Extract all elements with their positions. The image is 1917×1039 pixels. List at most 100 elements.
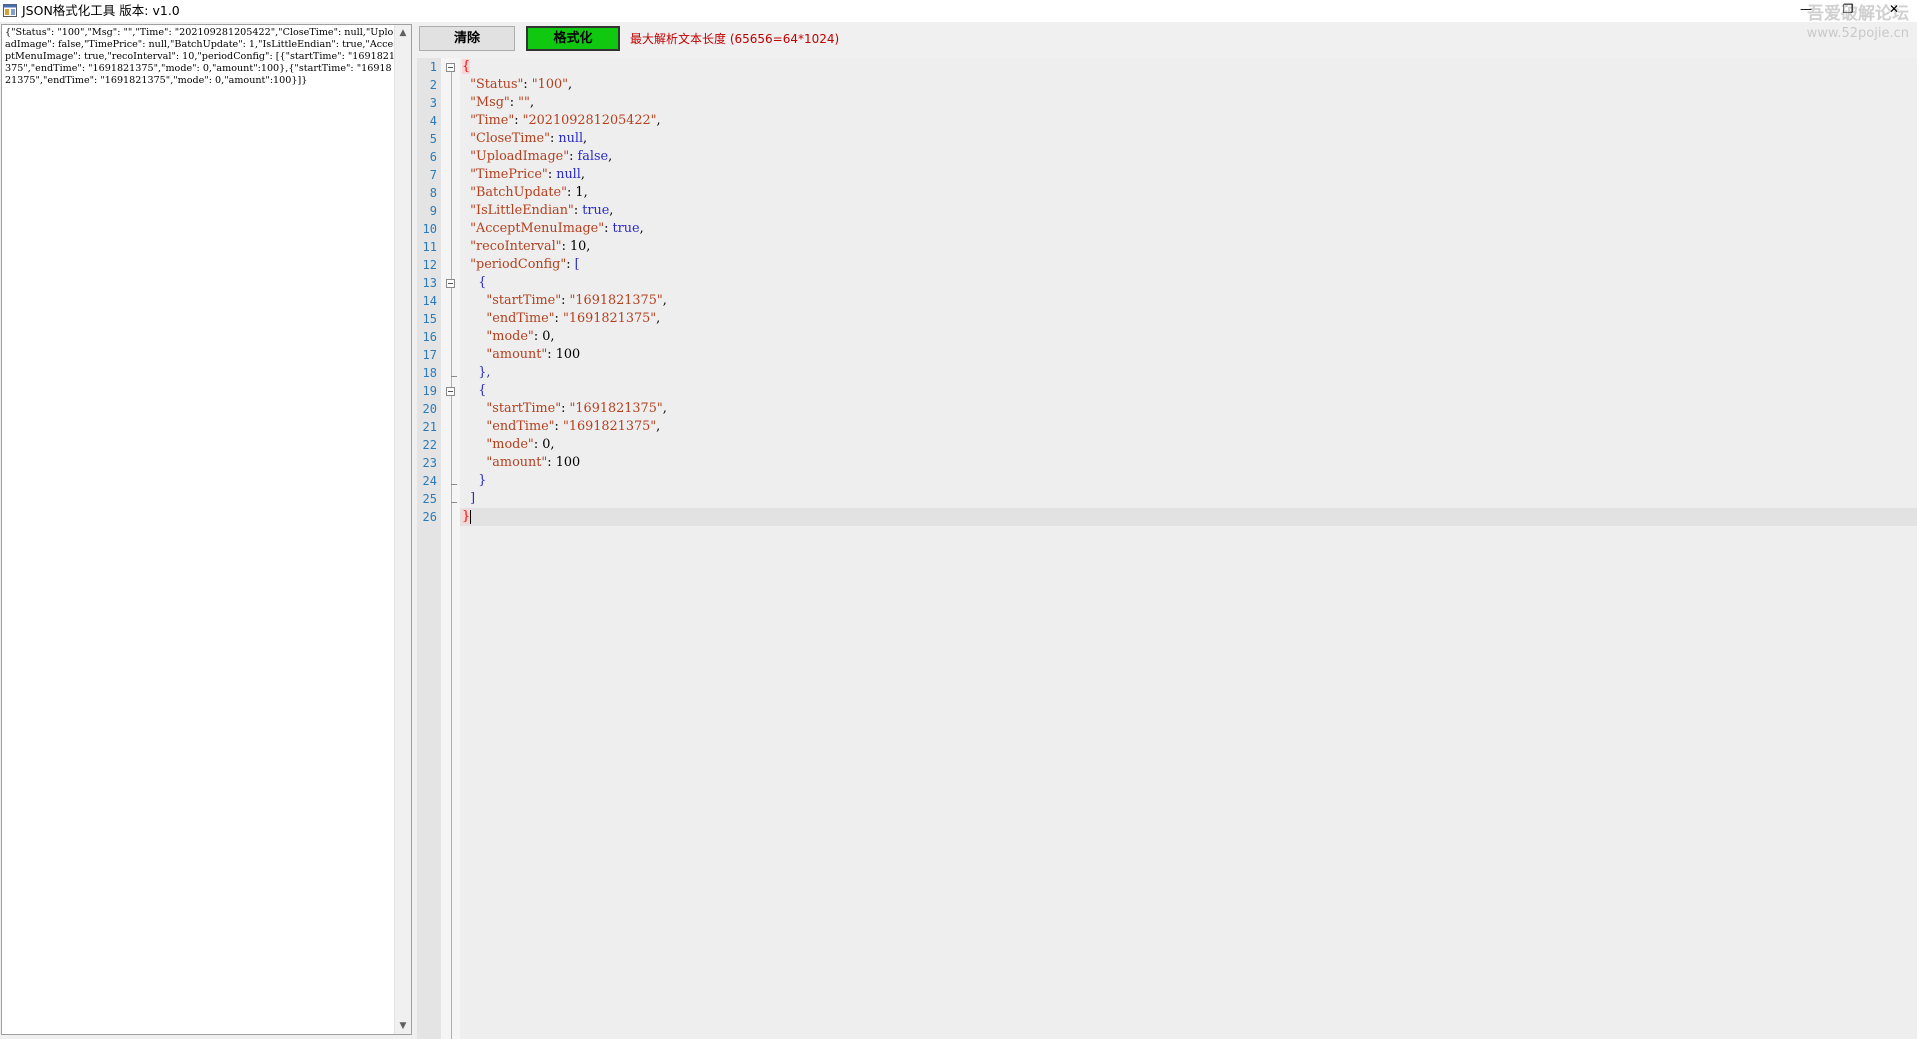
- code-line[interactable]: }: [462, 473, 486, 488]
- line-number: 21: [422, 420, 437, 434]
- json-punctuation: [462, 95, 470, 110]
- code-line[interactable]: "AcceptMenuImage": true,: [462, 221, 644, 236]
- json-key: "Msg": [470, 95, 510, 110]
- matched-brace: {: [462, 59, 471, 74]
- json-keyword-value: null: [556, 167, 581, 182]
- json-string-value: "1691821375": [562, 419, 657, 434]
- format-button[interactable]: 格式化: [526, 26, 620, 51]
- json-bracket: },: [462, 365, 491, 380]
- line-number: 17: [422, 348, 437, 362]
- app-window-icon: [3, 4, 17, 17]
- fold-end-marker: [451, 484, 457, 485]
- line-number: 25: [422, 492, 437, 506]
- code-line[interactable]: "CloseTime": null,: [462, 131, 587, 146]
- json-punctuation: ,: [656, 113, 661, 128]
- code-line[interactable]: "amount": 100: [462, 347, 580, 362]
- code-line[interactable]: ]: [462, 491, 475, 506]
- fold-toggle-icon[interactable]: [446, 279, 455, 288]
- minimize-button[interactable]: —: [1795, 2, 1817, 16]
- json-punctuation: ,: [662, 293, 667, 308]
- json-punctuation: ,: [529, 95, 535, 110]
- json-keyword-value: false: [577, 149, 609, 164]
- chevron-down-icon[interactable]: ▼: [395, 1018, 411, 1034]
- code-line[interactable]: "mode": 0,: [462, 437, 554, 452]
- current-line-highlight: [460, 508, 1917, 526]
- json-key: "endTime": [486, 311, 555, 326]
- code-line[interactable]: },: [462, 365, 490, 380]
- json-key: "mode": [486, 329, 534, 344]
- json-number-value: 100: [555, 347, 581, 362]
- restore-button[interactable]: ❐: [1837, 2, 1859, 16]
- code-line[interactable]: "UploadImage": false,: [462, 149, 612, 164]
- json-bracket: ]: [462, 491, 476, 506]
- raw-json-input[interactable]: {"Status": "100","Msg": "","Time": "2021…: [1, 24, 412, 1035]
- code-line[interactable]: {: [462, 383, 486, 398]
- json-punctuation: :: [523, 77, 532, 92]
- json-punctuation: ,: [550, 437, 555, 452]
- json-punctuation: [462, 329, 486, 344]
- json-string-value: "202109281205422": [522, 113, 657, 128]
- line-number: 19: [422, 384, 437, 398]
- code-line[interactable]: {: [462, 59, 471, 74]
- json-punctuation: [462, 77, 470, 92]
- code-line[interactable]: {: [462, 275, 486, 290]
- raw-json-text[interactable]: {"Status": "100","Msg": "","Time": "2021…: [5, 27, 395, 87]
- json-key: "AcceptMenuImage": [470, 221, 605, 236]
- vertical-scrollbar[interactable]: ▲ ▼: [394, 25, 411, 1034]
- json-string-value: "1691821375": [569, 401, 663, 416]
- code-line[interactable]: "BatchUpdate": 1,: [462, 185, 588, 200]
- code-line[interactable]: "Status": "100",: [462, 77, 572, 92]
- json-punctuation: [462, 257, 470, 272]
- close-button[interactable]: ✕: [1883, 2, 1905, 16]
- formatted-json-editor[interactable]: 1 2 3 4 5 6 7 8 9 10 11 12 13 14 15 16 17 18 19 20 21 22 23 24 2…: [417, 58, 1917, 1039]
- json-punctuation: ,: [608, 149, 613, 164]
- json-key: "TimePrice": [470, 167, 548, 182]
- json-punctuation: ,: [550, 329, 555, 344]
- code-line[interactable]: "recoInterval": 10,: [462, 239, 590, 254]
- code-line[interactable]: "Time": "202109281205422",: [462, 113, 661, 128]
- json-punctuation: ,: [609, 203, 614, 218]
- json-punctuation: :: [604, 221, 613, 236]
- fold-toggle-icon[interactable]: [446, 63, 455, 72]
- json-punctuation: :: [514, 113, 523, 128]
- code-line[interactable]: "Msg": "",: [462, 95, 534, 110]
- title-bar: JSON格式化工具 版本: v1.0 吾爱破解论坛 www.52pojie.cn…: [0, 0, 1917, 41]
- json-punctuation: :: [509, 95, 519, 110]
- json-punctuation: [462, 185, 470, 200]
- json-key: "recoInterval": [470, 239, 562, 254]
- json-punctuation: [462, 347, 486, 362]
- line-number: 10: [422, 222, 437, 236]
- code-line[interactable]: "endTime": "1691821375",: [462, 419, 660, 434]
- json-keyword-value: true: [582, 203, 610, 218]
- json-punctuation: [462, 401, 486, 416]
- code-line[interactable]: "periodConfig": [: [462, 257, 580, 272]
- code-line[interactable]: "endTime": "1691821375",: [462, 311, 660, 326]
- fold-end-marker: [451, 376, 457, 377]
- code-line[interactable]: "startTime": "1691821375",: [462, 401, 666, 416]
- json-string-value: "100": [531, 77, 568, 92]
- code-line[interactable]: "startTime": "1691821375",: [462, 293, 667, 308]
- text-caret: [470, 509, 472, 524]
- json-punctuation: :: [547, 455, 556, 470]
- json-key: "amount": [486, 455, 548, 470]
- json-key: "mode": [486, 437, 534, 452]
- json-punctuation: :: [533, 329, 543, 344]
- json-punctuation: ,: [583, 131, 588, 146]
- code-line[interactable]: }: [462, 509, 472, 524]
- code-line[interactable]: "mode": 0,: [462, 329, 554, 344]
- max-length-note: 最大解析文本长度 (65656=64*1024): [630, 32, 840, 46]
- json-string-value: "1691821375": [569, 293, 663, 308]
- code-line[interactable]: "TimePrice": null,: [462, 167, 585, 182]
- json-number-value: 1: [575, 185, 584, 200]
- line-number: 24: [422, 474, 437, 488]
- clear-button[interactable]: 清除: [419, 26, 515, 51]
- window-title: JSON格式化工具 版本: v1.0: [22, 3, 180, 18]
- json-keyword-value: true: [612, 221, 640, 236]
- code-line[interactable]: "IsLittleEndian": true,: [462, 203, 613, 218]
- code-line[interactable]: "amount": 100: [462, 455, 580, 470]
- json-string-value: "": [518, 95, 530, 110]
- line-number: 26: [422, 510, 437, 524]
- chevron-up-icon[interactable]: ▲: [395, 25, 411, 41]
- json-key: "periodConfig": [470, 257, 567, 272]
- fold-toggle-icon[interactable]: [446, 387, 455, 396]
